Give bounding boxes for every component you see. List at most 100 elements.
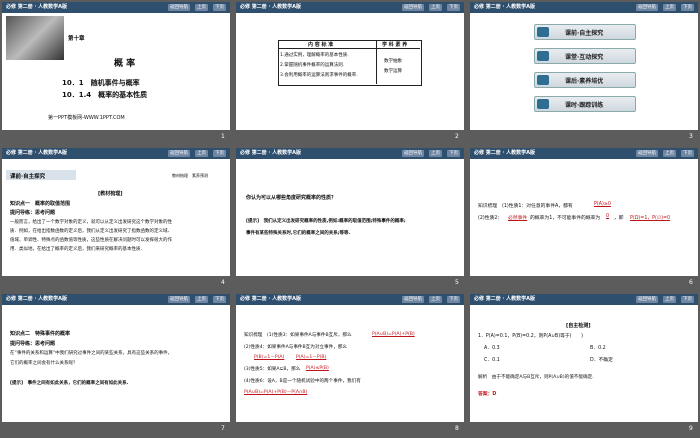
page-number: 8 — [455, 425, 459, 432]
page-number: 1 — [221, 133, 225, 140]
nav-button[interactable]: 返回导航 — [402, 4, 424, 11]
option-a: A．0.3 — [484, 346, 500, 351]
menu-item-practice[interactable]: 课时·跟踪训练 — [534, 96, 636, 112]
nav-button[interactable]: 返回导航 — [402, 150, 424, 157]
property-line-2b: 的概率为1，不可能事件的概率为 — [530, 216, 601, 221]
property-line-3: 知识梳理 (1)性质3：如果事件A与事件B互斥，那么 — [244, 333, 352, 338]
slide-header-bar: 必修 第二册 · 人教数学A版 返回导航 上页 下页 — [2, 2, 230, 13]
prev-button[interactable]: 上页 — [195, 150, 208, 157]
table-cell: 1.通过实例，理解概率的基本性质. — [280, 53, 349, 58]
question-text: 你认为可以从哪些角度研究概率的性质？ — [246, 195, 337, 201]
option-d: D．不确定 — [590, 358, 613, 363]
hint-line: [提示] 我们从定义出发研究概率的性质,例如:概率的取值范围;特殊事件的概率; — [246, 219, 406, 224]
nav-button[interactable]: 返回导航 — [168, 296, 190, 303]
slide-header-bar: 必修 第二册 · 人教数学A版 返回导航 上页 下页 — [2, 294, 230, 305]
slide-thumbnail-1[interactable]: 必修 第二册 · 人教数学A版 返回导航 上页 下页 第十章 概 率 10．1 … — [2, 2, 230, 130]
page-number: 9 — [689, 425, 693, 432]
next-button[interactable]: 下页 — [213, 296, 226, 303]
body-line: 它们的概率之间会有什么关系呢？ — [10, 361, 78, 366]
knowledge-title: 知识点一 概率的取值范围 — [10, 201, 71, 207]
prev-button[interactable]: 上页 — [195, 4, 208, 11]
prev-button[interactable]: 上页 — [663, 296, 676, 303]
slide-header-bar: 必修 第二册 · 人教数学A版 返回导航 上页 下页 — [470, 2, 698, 13]
chapter-label: 第十章 — [68, 36, 85, 42]
section-title-1: 10．1 随机事件与概率 — [62, 79, 140, 87]
header-title: 必修 第二册 · 人教数学A版 — [6, 150, 67, 156]
menu-item-in-class[interactable]: 课堂·互动探究 — [534, 48, 636, 64]
formula-3: 0 — [606, 214, 610, 219]
formula-7: P(A)=1－P(B) — [296, 355, 327, 360]
nav-button[interactable]: 返回导航 — [636, 4, 658, 11]
wave-icon — [537, 51, 549, 61]
page-number: 4 — [221, 279, 225, 286]
section-title-2: 10．1.4 概率的基本性质 — [62, 91, 148, 99]
menu-item-pre-class[interactable]: 课前·自主探究 — [534, 24, 636, 40]
knowledge-subtitle: 提问导练：思考问题 — [10, 210, 56, 216]
menu-item-after-class[interactable]: 课后·素养培优 — [534, 72, 636, 88]
page-number: 5 — [455, 279, 459, 286]
page-number: 2 — [455, 133, 459, 140]
body-line: 一般而言，给出了一个数学对象的定义，就可以从定义出发研究这个数学对象的性 — [10, 220, 172, 225]
prev-button[interactable]: 上页 — [663, 4, 676, 11]
next-button[interactable]: 下页 — [447, 296, 460, 303]
menu-item-label: 课时·跟踪训练 — [565, 102, 604, 109]
slide-thumbnail-8[interactable]: 必修 第二册 · 人教数学A版 返回导航 上页 下页 知识梳理 (1)性质3：如… — [236, 294, 464, 422]
body-line: 质．例如，在给出指数函数的定义后，我们从定义出发研究了指数函数的定义域、 — [10, 229, 172, 234]
next-button[interactable]: 下页 — [447, 4, 460, 11]
formula-4: P(Ω)=1，P(∅)=0 — [630, 216, 671, 221]
nav-button[interactable]: 返回导航 — [402, 296, 424, 303]
property-line-2c: ，即 — [614, 216, 624, 221]
next-button[interactable]: 下页 — [681, 150, 694, 157]
knowledge-subtitle: 提问导练：思考问题 — [10, 341, 56, 347]
next-button[interactable]: 下页 — [681, 296, 694, 303]
next-button[interactable]: 下页 — [213, 150, 226, 157]
block-heading: [教材梳理] — [98, 191, 123, 197]
table-column-divider — [376, 40, 377, 84]
answer-text: 答案：D — [478, 392, 497, 397]
prev-button[interactable]: 上页 — [429, 296, 442, 303]
hint-line: 事件有某些特殊关系时,它们的概率之间的关系;等等. — [246, 231, 351, 236]
header-title: 必修 第二册 · 人教数学A版 — [240, 4, 301, 10]
body-line: 用．类似地，在给出了概率的定义后，我们来研究概率的基本性质． — [10, 247, 145, 252]
page-number: 6 — [689, 279, 693, 286]
option-c: C．0.1 — [484, 358, 500, 363]
prev-button[interactable]: 上页 — [429, 4, 442, 11]
page-number: 7 — [221, 425, 225, 432]
exercise-question: 1．P(A)=0.1，P(B)=0.2，则P(A∪B)等于( ) — [478, 334, 584, 339]
slide-thumbnail-4[interactable]: 必修 第二册 · 人教数学A版 返回导航 上页 下页 课前·自主探究 教材梳理 … — [2, 148, 230, 276]
property-line-4: (2)性质4：如果事件A与事件B互为对立事件，那么 — [244, 345, 348, 350]
slide-thumbnail-7[interactable]: 必修 第二册 · 人教数学A版 返回导航 上页 下页 知识点二 特殊事件的概率 … — [2, 294, 230, 422]
nav-button[interactable]: 返回导航 — [168, 150, 190, 157]
next-button[interactable]: 下页 — [681, 4, 694, 11]
header-title: 必修 第二册 · 人教数学A版 — [6, 296, 67, 302]
property-line-2: (2)性质2： — [478, 216, 503, 221]
nav-button[interactable]: 返回导航 — [168, 4, 190, 11]
slide-header-bar: 必修 第二册 · 人教数学A版 返回导航 上页 下页 — [470, 148, 698, 159]
prev-button[interactable]: 上页 — [429, 150, 442, 157]
slide-thumbnail-2[interactable]: 必修 第二册 · 人教数学A版 返回导航 上页 下页 内 容 标 准 学 科 素… — [236, 2, 464, 130]
header-title: 必修 第二册 · 人教数学A版 — [474, 150, 535, 156]
prev-button[interactable]: 上页 — [663, 150, 676, 157]
slide-header-bar: 必修 第二册 · 人教数学A版 返回导航 上页 下页 — [236, 294, 464, 305]
property-line-6: (4)性质6：设A，B是一个随机试验中的两个事件，我们有 — [244, 379, 361, 384]
property-line-5: (3)性质5：如果A⊆B，那么 — [244, 367, 301, 372]
slide-header-bar: 必修 第二册 · 人教数学A版 返回导航 上页 下页 — [470, 294, 698, 305]
body-line: 值域、单调性、特殊点的函数值等性质，这些性质在解决问题时可以发挥很大的作 — [10, 238, 172, 243]
formula-8: P(A)≤P(B) — [306, 366, 329, 371]
nav-button[interactable]: 返回导航 — [636, 150, 658, 157]
slide-thumbnail-3[interactable]: 必修 第二册 · 人教数学A版 返回导航 上页 下页 课前·自主探究 课堂·互动… — [470, 2, 698, 130]
nav-button[interactable]: 返回导航 — [636, 296, 658, 303]
slide-thumbnail-6[interactable]: 必修 第二册 · 人教数学A版 返回导航 上页 下页 知识梳理 (1)性质1：对… — [470, 148, 698, 276]
table-cell: 3.会利用概率的运算法则求事件的概率. — [280, 73, 358, 78]
wave-icon — [537, 27, 549, 37]
block-heading: [自主检测] — [566, 323, 591, 329]
prev-button[interactable]: 上页 — [195, 296, 208, 303]
section-subtag: 教材梳理 素养预测 — [172, 173, 208, 178]
table-cell: 数学抽象 — [384, 59, 402, 64]
next-button[interactable]: 下页 — [447, 150, 460, 157]
slide-thumbnail-9[interactable]: 必修 第二册 · 人教数学A版 返回导航 上页 下页 [自主检测] 1．P(A)… — [470, 294, 698, 422]
header-title: 必修 第二册 · 人教数学A版 — [240, 296, 301, 302]
slide-thumbnail-5[interactable]: 必修 第二册 · 人教数学A版 返回导航 上页 下页 你认为可以从哪些角度研究概… — [236, 148, 464, 276]
next-button[interactable]: 下页 — [213, 4, 226, 11]
explanation-text: 解析 由于不能确定A与B互斥，则P(A∪B)的值不能确定. — [478, 375, 594, 380]
